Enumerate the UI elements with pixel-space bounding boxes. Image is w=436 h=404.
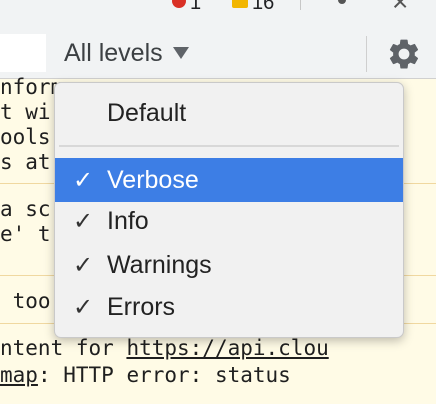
- menu-item-warnings[interactable]: ✓ Warnings: [55, 243, 403, 287]
- top-strip: 1 16 ×: [0, 0, 436, 14]
- checkmark-icon: ✓: [73, 293, 94, 321]
- log-levels-label: All levels: [64, 38, 163, 67]
- console-line: too: [0, 289, 51, 313]
- caret-down-icon: [172, 47, 189, 59]
- sourcemap-link[interactable]: map: [0, 363, 38, 387]
- menu-item-label: Verbose: [107, 165, 199, 194]
- menu-item-label: Default: [107, 98, 187, 127]
- source-link[interactable]: https://api.clou: [126, 336, 328, 360]
- more-options-icon[interactable]: [338, 0, 346, 4]
- menu-item-errors[interactable]: ✓ Errors: [55, 285, 403, 329]
- console-line: s at: [0, 150, 51, 174]
- console-line: e' t: [0, 222, 51, 246]
- menu-item-label: Info: [107, 206, 149, 235]
- error-count: 1: [190, 0, 202, 14]
- console-text: ntent for: [0, 336, 127, 360]
- menu-item-label: Errors: [107, 292, 176, 321]
- console-error-line: ntent for https://api.clou: [0, 336, 329, 360]
- menu-item-verbose[interactable]: ✓ Verbose: [55, 158, 403, 202]
- checkmark-icon: ✓: [73, 251, 94, 279]
- gear-icon[interactable]: [386, 36, 422, 72]
- log-levels-menu: Default ✓ Verbose ✓ Info ✓ Warnings ✓ Er…: [54, 82, 404, 338]
- console-toolbar: All levels: [0, 14, 436, 79]
- divider: [366, 36, 367, 72]
- checkmark-icon: ✓: [73, 207, 94, 235]
- log-levels-dropdown[interactable]: All levels: [64, 38, 189, 68]
- menu-item-default[interactable]: Default: [55, 91, 403, 135]
- console-line: t wi: [0, 100, 51, 124]
- error-icon: [172, 0, 186, 8]
- console-text: : HTTP error: status: [37, 363, 291, 387]
- divider: [300, 0, 301, 10]
- warning-count: 16: [252, 0, 275, 14]
- checkmark-icon: ✓: [73, 166, 94, 194]
- menu-item-label: Warnings: [107, 250, 212, 279]
- console-line: a sc: [0, 197, 51, 221]
- console-line: ools: [0, 125, 51, 149]
- filter-input[interactable]: [0, 34, 46, 72]
- console-error-line: map: HTTP error: status: [0, 363, 291, 387]
- menu-item-info[interactable]: ✓ Info: [55, 199, 403, 243]
- menu-divider: [59, 145, 399, 147]
- close-icon[interactable]: ×: [392, 0, 408, 14]
- warning-icon: [232, 0, 248, 8]
